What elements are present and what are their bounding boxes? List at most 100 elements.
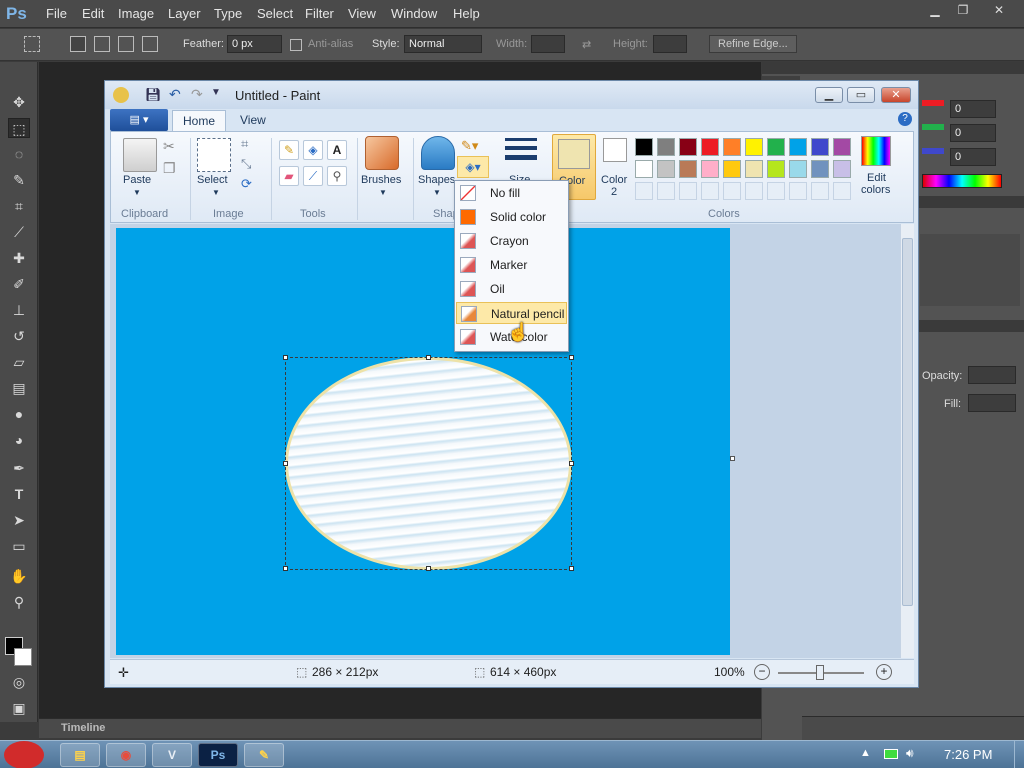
- brushes-label[interactable]: Brushes: [361, 174, 401, 186]
- palette-swatch[interactable]: [723, 182, 741, 200]
- pencil-icon[interactable]: ✎: [279, 140, 299, 160]
- select-dropdown-icon[interactable]: ▼: [212, 188, 220, 197]
- swap-icon[interactable]: ⇄: [582, 38, 591, 51]
- width-input[interactable]: [531, 35, 565, 53]
- palette-swatch[interactable]: [723, 138, 741, 156]
- menu-help[interactable]: Help: [453, 6, 480, 21]
- color2-label[interactable]: Color: [601, 174, 627, 186]
- resize-handle[interactable]: [283, 461, 288, 466]
- menu-item-oil[interactable]: Oil: [456, 278, 567, 300]
- timeline-label[interactable]: Timeline: [61, 722, 105, 734]
- fill-dropdown-button[interactable]: ◈▾: [457, 156, 489, 178]
- paint-minimize-button[interactable]: ▁: [815, 87, 843, 103]
- edit-colors-label-1[interactable]: Edit: [867, 172, 886, 184]
- vertical-scrollbar[interactable]: [900, 224, 914, 658]
- palette-swatch[interactable]: [811, 138, 829, 156]
- blur-tool-icon[interactable]: ●: [8, 404, 30, 424]
- color-spectrum[interactable]: [922, 174, 1002, 188]
- outline-icon[interactable]: ✎▾: [461, 138, 478, 154]
- palette-swatch[interactable]: [745, 138, 763, 156]
- rectangle-tool-icon[interactable]: ▭: [8, 536, 30, 556]
- resize-handle[interactable]: [569, 461, 574, 466]
- menu-item-no-fill[interactable]: No fill: [456, 182, 567, 204]
- size-line-1[interactable]: [505, 138, 537, 141]
- style-select[interactable]: Normal: [404, 35, 482, 53]
- menu-item-crayon[interactable]: Crayon: [456, 230, 567, 252]
- resize-handle[interactable]: [283, 566, 288, 571]
- rotate-icon[interactable]: ⟳: [241, 176, 252, 192]
- palette-swatch[interactable]: [745, 160, 763, 178]
- menu-select[interactable]: Select: [257, 6, 293, 21]
- brushes-dropdown-icon[interactable]: ▼: [379, 188, 387, 197]
- size-line-2[interactable]: [505, 146, 537, 150]
- zoom-slider-thumb[interactable]: [816, 665, 824, 680]
- start-button-icon[interactable]: [4, 741, 44, 768]
- edit-colors-label-2[interactable]: colors: [861, 184, 890, 196]
- show-desktop-button[interactable]: [1014, 741, 1024, 768]
- healing-brush-icon[interactable]: ✚: [8, 248, 30, 268]
- marquee-tool-icon[interactable]: [24, 36, 40, 52]
- paste-label[interactable]: Paste: [123, 174, 151, 186]
- resize-handle[interactable]: [569, 566, 574, 571]
- eyedropper-icon[interactable]: ⟋: [8, 222, 30, 242]
- selection-rectangle[interactable]: [285, 357, 572, 570]
- menu-item-solid-color[interactable]: Solid color: [456, 206, 567, 228]
- photoshop-taskbar-icon[interactable]: Ps: [198, 743, 238, 767]
- palette-swatch[interactable]: [833, 182, 851, 200]
- background-color-swatch[interactable]: [14, 648, 32, 666]
- brush-tool-icon[interactable]: ✐: [8, 274, 30, 294]
- scrollbar-thumb[interactable]: [902, 238, 913, 606]
- crop-icon[interactable]: ⌗: [241, 136, 248, 152]
- paint-menu-button[interactable]: ▤ ▾: [110, 109, 168, 131]
- close-icon[interactable]: ✕: [986, 3, 1012, 19]
- add-selection-icon[interactable]: [94, 36, 110, 52]
- resize-handle[interactable]: [283, 355, 288, 360]
- menu-filter[interactable]: Filter: [305, 6, 334, 21]
- quick-select-icon[interactable]: ✎: [8, 170, 30, 190]
- feather-input[interactable]: 0 px: [227, 35, 282, 53]
- height-input[interactable]: [653, 35, 687, 53]
- palette-swatch[interactable]: [789, 138, 807, 156]
- red-value-input[interactable]: 0: [950, 100, 996, 118]
- palette-swatch[interactable]: [789, 182, 807, 200]
- palette-swatch[interactable]: [635, 138, 653, 156]
- marquee-tool-icon[interactable]: ⬚: [8, 118, 30, 138]
- menu-item-marker[interactable]: Marker: [456, 254, 567, 276]
- color2-swatch[interactable]: [603, 138, 627, 162]
- refine-edge-button[interactable]: Refine Edge...: [709, 35, 797, 53]
- vlc-taskbar-icon[interactable]: V: [152, 743, 192, 767]
- menu-type[interactable]: Type: [214, 6, 242, 21]
- palette-swatch[interactable]: [657, 138, 675, 156]
- menu-layer[interactable]: Layer: [168, 6, 201, 21]
- stamp-tool-icon[interactable]: ⊥: [8, 300, 30, 320]
- paint-app-icon[interactable]: [113, 87, 129, 103]
- menu-edit[interactable]: Edit: [82, 6, 104, 21]
- intersect-selection-icon[interactable]: [142, 36, 158, 52]
- edit-colors-icon[interactable]: [861, 136, 891, 166]
- menu-file[interactable]: File: [46, 6, 67, 21]
- palette-swatch[interactable]: [679, 138, 697, 156]
- eraser-icon[interactable]: ▰: [279, 166, 299, 186]
- save-icon[interactable]: 💾︎: [145, 87, 162, 103]
- magnifier-icon[interactable]: ⚲: [327, 166, 347, 186]
- paste-icon[interactable]: [123, 138, 157, 172]
- shapes-dropdown-icon[interactable]: ▼: [433, 188, 441, 197]
- screen-mode-icon[interactable]: ▣: [8, 698, 30, 718]
- new-selection-icon[interactable]: [70, 36, 86, 52]
- palette-swatch[interactable]: [701, 138, 719, 156]
- help-icon[interactable]: ?: [898, 112, 912, 126]
- resize-handle[interactable]: [426, 566, 431, 571]
- move-tool-icon[interactable]: ✥: [8, 92, 30, 112]
- zoom-out-icon[interactable]: −: [754, 664, 770, 680]
- palette-swatch[interactable]: [701, 160, 719, 178]
- zoom-in-icon[interactable]: +: [876, 664, 892, 680]
- resize-handle[interactable]: [569, 355, 574, 360]
- palette-swatch[interactable]: [767, 182, 785, 200]
- red-slider-icon[interactable]: [922, 100, 944, 106]
- palette-swatch[interactable]: [723, 160, 741, 178]
- green-slider-icon[interactable]: [922, 124, 944, 130]
- palette-swatch[interactable]: [657, 160, 675, 178]
- fill-bucket-icon[interactable]: ◈: [303, 140, 323, 160]
- select-icon[interactable]: [197, 138, 231, 172]
- blue-slider-icon[interactable]: [922, 148, 944, 154]
